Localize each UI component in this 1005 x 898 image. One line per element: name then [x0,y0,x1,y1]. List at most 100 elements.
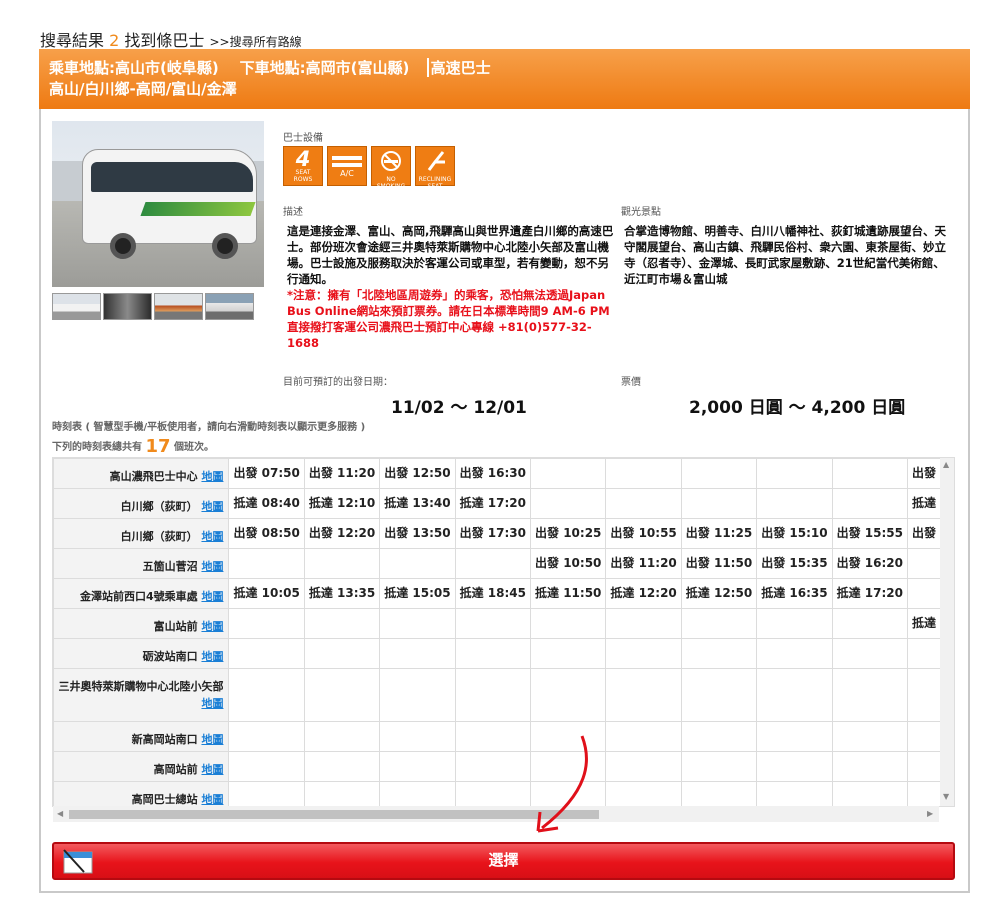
timetable-cell [831,488,908,519]
timetable-cell [303,781,381,806]
timetable-cell [228,548,305,579]
stop-name: 白川鄉（荻町） [120,530,198,543]
bus-type: 高速巴士 [430,59,491,77]
timetable-cell: 抵達 16:35 [756,578,833,609]
timetable-cell [303,638,381,669]
thumbnail-4[interactable] [205,293,254,320]
timetable-cell [680,781,758,806]
result-suffix: 找到條巴士 [124,31,205,50]
stop-name: 高岡巴士總站 [131,793,198,806]
timetable-cell [756,458,833,489]
timetable-cell [379,668,456,722]
timetable-cell [831,781,908,806]
select-button[interactable]: 選擇 [52,842,955,880]
timetable-cell [454,548,532,579]
timetable-cell [454,638,532,669]
map-link[interactable]: 地圖 [201,500,223,513]
timetable-cell [303,548,381,579]
map-link[interactable]: 地圖 [201,470,223,483]
timetable-cell [605,608,682,639]
thumbnail-3[interactable] [154,293,203,320]
description-note: *注意：擁有「北陸地區周遊券」的乘客，恐怕無法透過Japan Bus Onlin… [287,288,610,350]
map-link[interactable]: 地圖 [201,620,223,633]
map-link[interactable]: 地圖 [201,793,223,806]
map-link[interactable]: 地圖 [201,560,223,573]
facilities-label: 巴士設備 [283,133,323,144]
timetable-cell [379,751,456,782]
scroll-up-icon[interactable]: ▲ [943,460,949,469]
timetable-cell: 抵達 17:20 [454,488,532,519]
timetable-cell [756,488,833,519]
timetable-horizontal-scrollbar[interactable]: ◀ ▶ [53,806,939,822]
timetable-title: 時刻表 ( 智慧型手機/平板使用者，請向右滑動時刻表以顯示更多服務 ) [52,422,366,433]
no-smoking-icon: NO SMOKING [371,146,411,190]
map-link[interactable]: 地圖 [201,530,223,543]
map-link[interactable]: 地圖 [201,697,223,710]
timetable-cell [303,751,381,782]
scroll-left-icon[interactable]: ◀ [57,809,63,818]
table-row: 高岡站前 地圖 [53,751,954,782]
stop-name-cell: 高山濃飛巴士中心 地圖 [53,458,230,489]
timetable-cell [228,781,305,806]
stop-name: 白川鄉（荻町） [120,500,198,513]
timetable-cell [605,751,682,782]
timetable-cell [756,751,833,782]
timetable-cell [228,751,305,782]
timetable-cell [228,668,305,722]
thumbnail-1[interactable] [52,293,101,320]
stop-name-cell: 金澤站前西口4號乘車處 地圖 [53,578,230,609]
search-result-summary: 搜尋結果 2 找到條巴士 >>搜尋所有路線 [40,27,302,51]
timetable-cell: 出發 10:50 [530,548,607,579]
result-prefix: 搜尋結果 [40,31,105,50]
stop-name-cell: 富山站前 地圖 [53,608,230,639]
timetable-cell: 出發 12:20 [303,518,381,549]
timetable-cell: 出發 12:50 [379,458,456,489]
table-row: 新高岡站南口 地圖 [53,721,954,752]
timetable-cell [303,721,381,752]
timetable-cell [228,638,305,669]
timetable-cell: 抵達 12:20 [605,578,682,609]
stop-name: 富山站前 [153,620,198,633]
stop-name-cell: 白川鄉（荻町） 地圖 [53,488,230,519]
map-link[interactable]: 地圖 [201,650,223,663]
timetable-cell [680,638,758,669]
table-row: 高山濃飛巴士中心 地圖 出發 07:50 出發 11:20 出發 12:50 出發 16… [53,458,954,489]
timetable-cell [454,721,532,752]
horizontal-scroll-thumb[interactable] [69,810,599,819]
route-header: 乘車地點:高山市(岐阜縣) 下車地點:高岡市(富山縣) 高速巴士 高山/白川鄉-… [39,49,970,109]
boarding-location: 乘車地點:高山市(岐阜縣) [49,59,219,77]
all-routes-link[interactable]: >>搜尋所有路線 [210,35,302,49]
timetable-cell [379,548,456,579]
stop-name: 五箇山菅沼 [142,560,198,573]
timetable-cell [303,608,381,639]
timetable-vertical-scrollbar[interactable]: ▲ ▼ [940,458,954,806]
timetable-cell [756,668,833,722]
timetable-cell: 出發 15:55 [831,518,908,549]
timetable-cell [379,781,456,806]
timetable-cell: 出發 08:50 [228,518,305,549]
map-link[interactable]: 地圖 [201,763,223,776]
fare-label: 票價 [621,377,641,388]
map-link[interactable]: 地圖 [201,733,223,746]
timetable-cell [831,608,908,639]
stop-name-cell: 砺波站南口 地圖 [53,638,230,669]
timetable-cell [530,638,607,669]
scroll-down-icon[interactable]: ▼ [943,792,949,801]
stop-name-cell: 新高岡站南口 地圖 [53,721,230,752]
stop-name-cell: 三井奧特萊斯購物中心北陸小矢部 地圖 [53,668,230,722]
timetable-scroll-area[interactable]: 高山濃飛巴士中心 地圖 出發 07:50 出發 11:20 出發 12:50 出發 16… [52,457,955,807]
timetable-cell: 出發 11:25 [680,518,758,549]
timetable-cell [454,668,532,722]
timetable-cell [605,458,682,489]
bus-main-photo[interactable] [52,121,264,287]
table-row: 富山站前 地圖 抵達 [53,608,954,639]
description-text: 這是連接金澤、富山、高岡,飛驒高山與世界遺產白川鄉的高速巴士。部份班次會途經三井… [287,224,614,350]
scroll-right-icon[interactable]: ▶ [927,809,933,818]
timetable-cell [454,781,532,806]
timetable-cell [605,721,682,752]
timetable-cell: 抵達 12:50 [680,578,758,609]
map-link[interactable]: 地圖 [201,590,223,603]
thumbnail-2[interactable] [103,293,152,320]
timetable-cell [831,751,908,782]
bus-image [82,149,257,244]
